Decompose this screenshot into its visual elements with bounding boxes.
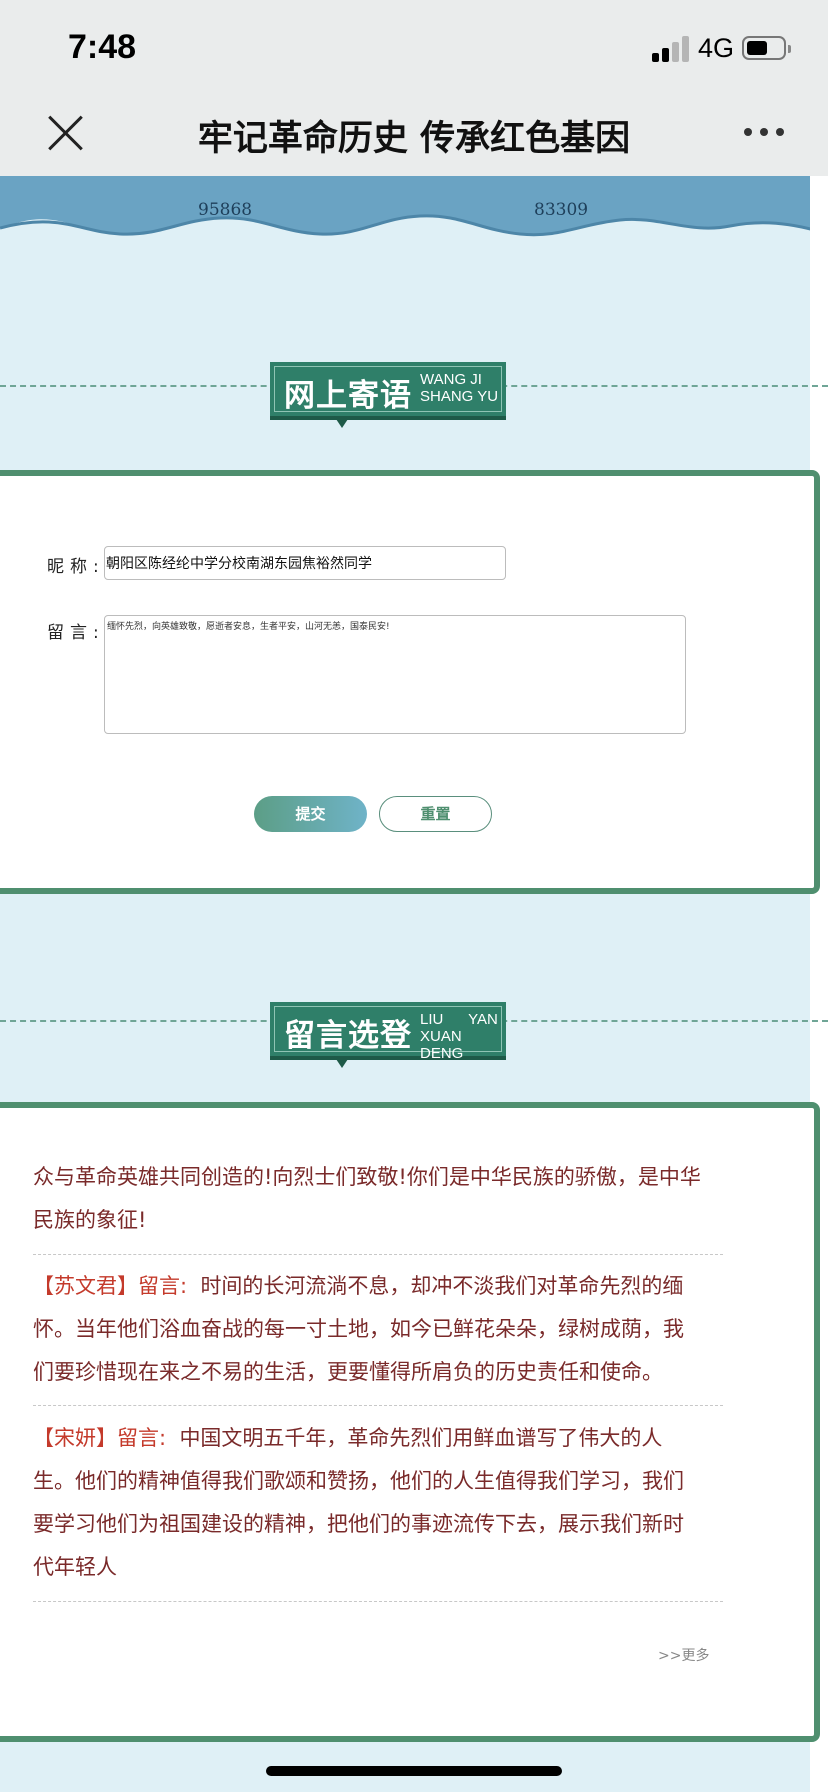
visit-count-right: 83309: [534, 200, 589, 220]
nickname-label: 昵称:: [47, 557, 105, 577]
close-icon[interactable]: [44, 112, 86, 154]
banner-wave: [0, 176, 828, 250]
list-item: 【宋妍】留言: 中国文明五千年，革命先烈们用鲜血谱写了伟大的人 生。他们的精神值…: [33, 1426, 684, 1579]
list-divider: [33, 1601, 723, 1602]
list-divider: [33, 1254, 723, 1255]
message-input[interactable]: 缅怀先烈，向英雄致敬，愿逝者安息，生者平安，山河无恙，国泰民安!: [104, 615, 686, 734]
nickname-input[interactable]: [104, 546, 506, 580]
list-item: 【苏文君】留言: 时间的长河流淌不息，却冲不淡我们对革命先烈的缅 怀。当年他们浴…: [33, 1274, 684, 1384]
reset-button[interactable]: 重置: [379, 796, 492, 832]
nav-bar: 牢记革命历史 传承红色基因: [0, 92, 828, 177]
selected-messages-heading: 留言选登 LIU YAN XUAN DENG: [270, 1002, 506, 1068]
status-time: 7:48: [68, 28, 137, 66]
list-divider: [33, 1405, 723, 1406]
status-bar: 7:48 4G: [0, 0, 828, 92]
message-author: 【苏文君】留言:: [33, 1274, 188, 1298]
more-icon[interactable]: [744, 128, 784, 138]
battery-icon: [742, 36, 791, 60]
submit-button[interactable]: 提交: [254, 796, 367, 832]
guestbook-heading: 网上寄语 WANG JI SHANG YU: [270, 362, 506, 428]
guestbook-heading-en: WANG JI SHANG YU: [420, 371, 499, 405]
selected-heading-en: LIU YAN XUAN DENG: [420, 1011, 498, 1062]
more-link[interactable]: >>更多: [658, 1645, 709, 1665]
list-item: 众与革命英雄共同创造的!向烈士们致敬!你们是中华民族的骄傲，是中华 民族的象征!: [33, 1165, 701, 1232]
page-title: 牢记革命历史 传承红色基因: [197, 119, 631, 159]
signal-icon: [652, 36, 692, 62]
message-label: 留言:: [47, 623, 105, 643]
network-type: 4G: [698, 33, 735, 63]
guestbook-heading-cn: 网上寄语: [284, 378, 412, 414]
visit-count-left: 95868: [198, 200, 253, 220]
selected-heading-cn: 留言选登: [284, 1018, 412, 1054]
home-indicator: [266, 1766, 562, 1776]
message-author: 【宋妍】留言:: [33, 1426, 167, 1450]
